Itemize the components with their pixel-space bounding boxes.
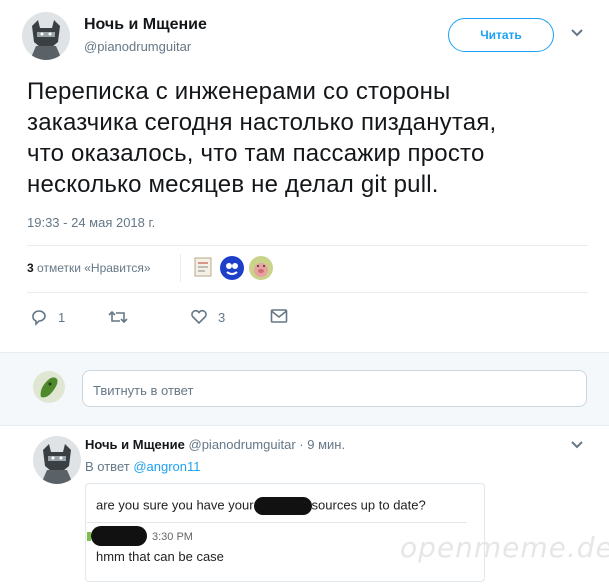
- heart-icon: [191, 309, 207, 325]
- liker-avatar[interactable]: [192, 256, 214, 278]
- reply-author-avatar[interactable]: [33, 436, 81, 484]
- follow-button-label: Читать: [480, 28, 522, 42]
- chat-message: are you sure you have your sources up to …: [96, 497, 426, 515]
- tweet-text-line: что оказалось, что там пассажир просто: [27, 140, 485, 167]
- like-count: 3: [218, 309, 226, 325]
- divider: [0, 425, 609, 426]
- chat-message-text: are you sure you have your: [96, 497, 254, 513]
- likes-separator: [180, 254, 181, 282]
- blue-character-avatar-icon: [220, 256, 244, 280]
- likes-label: отметки «Нравится»: [37, 261, 151, 275]
- reply-time[interactable]: · 9 мин.: [299, 437, 345, 452]
- reply-more-options-button[interactable]: [570, 438, 584, 457]
- divider: [27, 292, 588, 293]
- reply-action[interactable]: 1: [30, 308, 65, 326]
- redacted-name: [91, 526, 147, 546]
- envelope-icon: [270, 309, 288, 323]
- chat-message-text: hmm that can be case: [96, 549, 224, 564]
- in-reply-handle[interactable]: @angron11: [133, 459, 200, 474]
- tweet-text-line: заказчика сегодня настолько пизданутая,: [27, 109, 497, 136]
- reply-author-name[interactable]: Ночь и Мщение: [85, 437, 185, 452]
- reply-input-placeholder: Твитнуть в ответ: [93, 383, 194, 398]
- follow-button[interactable]: Читать: [448, 18, 554, 52]
- reply-input[interactable]: Твитнуть в ответ: [82, 370, 587, 407]
- liker-avatar[interactable]: [249, 256, 273, 280]
- likes-summary[interactable]: 3 отметки «Нравится»: [27, 261, 151, 275]
- retweet-action[interactable]: [108, 308, 128, 331]
- current-user-avatar[interactable]: [33, 371, 65, 403]
- tweet-text-line: несколько месяцев не делал git pull.: [27, 171, 439, 198]
- batman-avatar-icon: [33, 436, 81, 484]
- watermark: openmeme.dev: [400, 531, 609, 564]
- pickle-avatar-icon: [33, 371, 65, 403]
- author-avatar[interactable]: [22, 12, 70, 60]
- retweet-icon: [108, 310, 128, 324]
- in-reply-prefix: В ответ: [85, 459, 130, 474]
- tweet-text: Переписка с инженерами со стороны заказч…: [27, 76, 587, 200]
- divider: [27, 245, 588, 246]
- reply-count: 1: [58, 309, 66, 325]
- batman-avatar-icon: [22, 12, 70, 60]
- likes-count: 3: [27, 261, 34, 275]
- chevron-down-icon: [571, 441, 583, 449]
- reply-author-handle[interactable]: @pianodrumguitar: [189, 437, 296, 452]
- chevron-down-icon: [571, 29, 583, 37]
- reply-header: Ночь и Мщение @pianodrumguitar · 9 мин.: [85, 437, 345, 452]
- tweet-timestamp[interactable]: 19:33 - 24 мая 2018 г.: [27, 215, 155, 230]
- liker-avatar[interactable]: [220, 256, 244, 280]
- chat-time: 3:30 PM: [152, 531, 193, 543]
- more-options-button[interactable]: [570, 26, 584, 45]
- reply-icon: [32, 310, 46, 326]
- author-handle[interactable]: @pianodrumguitar: [84, 39, 191, 54]
- like-action[interactable]: 3: [190, 308, 225, 326]
- chat-divider: [87, 522, 467, 523]
- chat-message-text: sources up to date?: [311, 497, 426, 513]
- document-avatar-icon: [194, 257, 212, 277]
- author-name[interactable]: Ночь и Мщение: [84, 16, 207, 34]
- redacted-block: [253, 497, 312, 515]
- in-reply-to: В ответ @angron11: [85, 459, 201, 474]
- direct-message-action[interactable]: [270, 308, 288, 329]
- tweet-text-line: Переписка с инженерами со стороны: [27, 78, 451, 105]
- pig-avatar-icon: [249, 256, 273, 280]
- divider: [0, 352, 609, 353]
